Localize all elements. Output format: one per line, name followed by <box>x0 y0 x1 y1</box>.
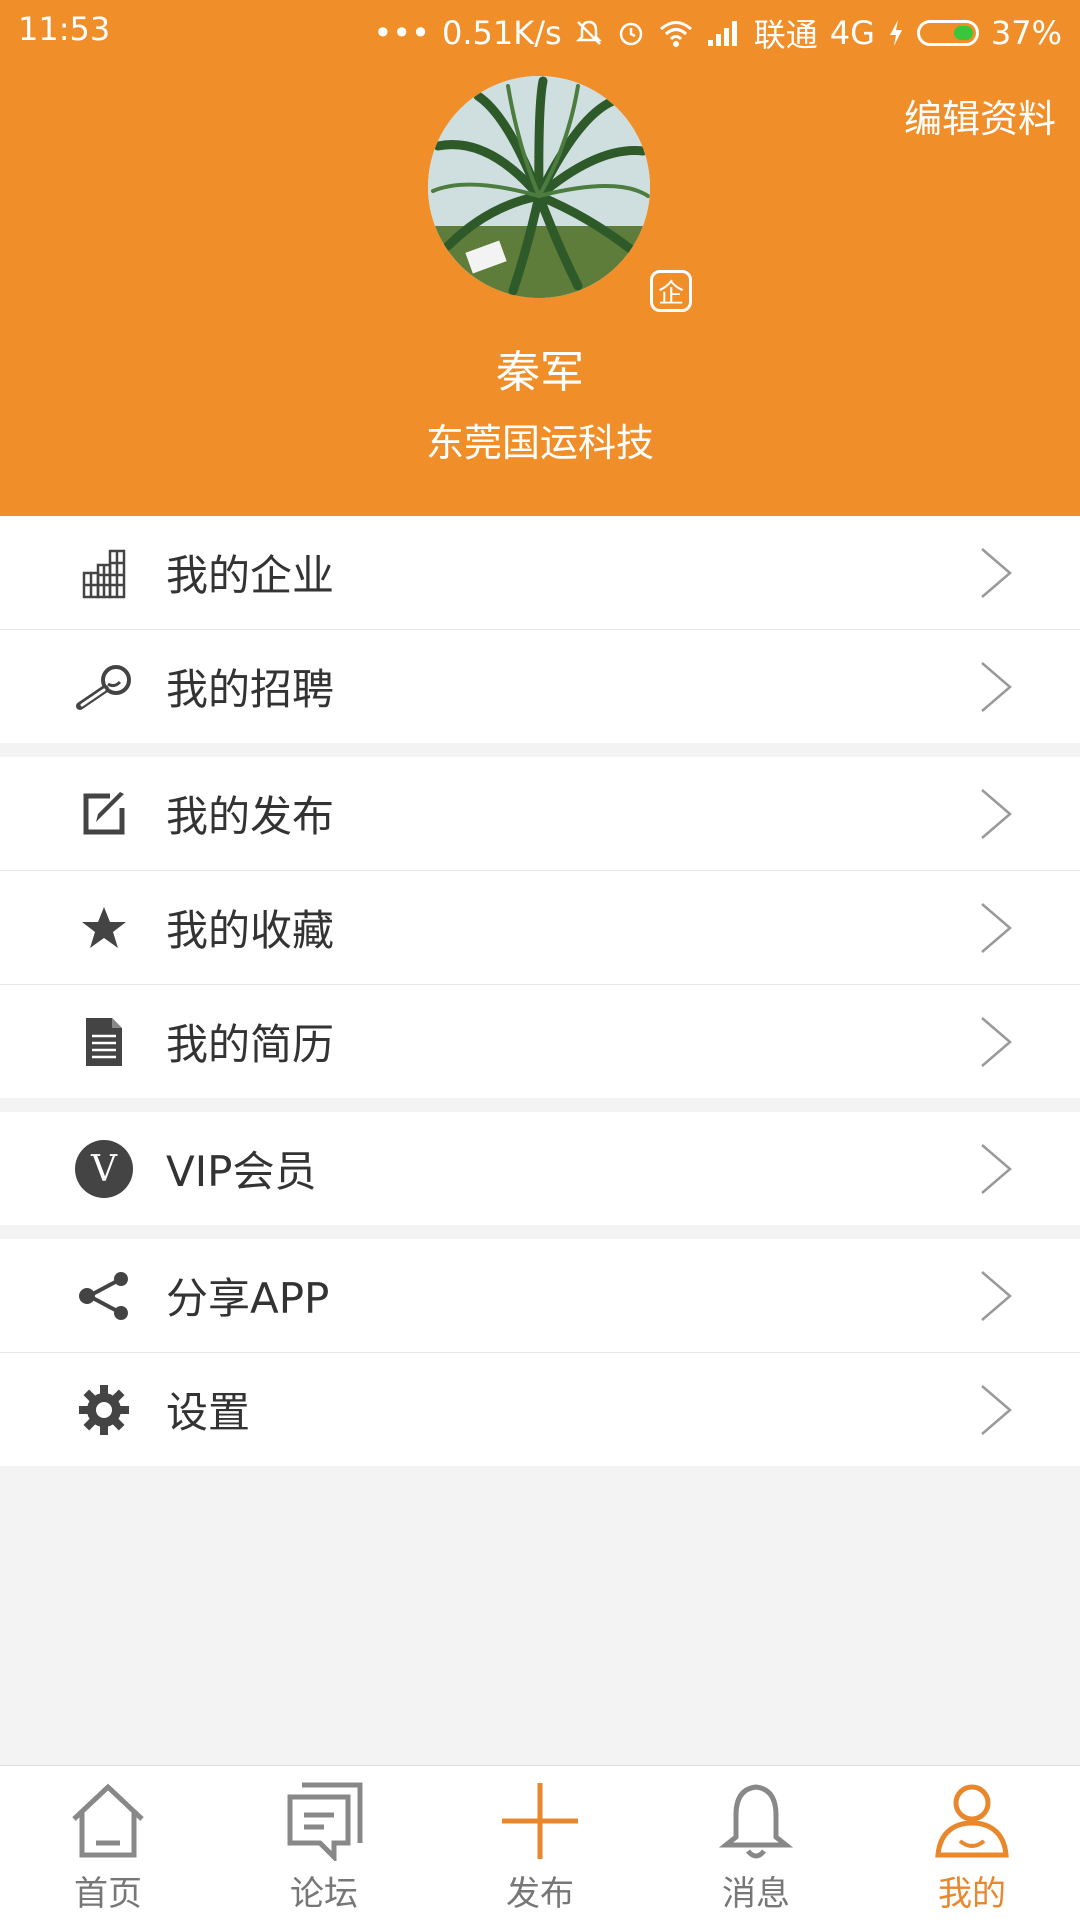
chevron-right-icon <box>981 1384 1012 1435</box>
menu-item-my-enterprise[interactable]: 我的企业 <box>0 516 1080 629</box>
menu-item-settings[interactable]: 设置 <box>0 1352 1080 1466</box>
chevron-right-icon <box>981 547 1012 598</box>
menu-item-label: VIP会员 <box>166 1147 317 1196</box>
share-icon <box>74 1266 134 1326</box>
status-bar: 11:53 ••• 0.51K/s 联通 4G 37% <box>0 0 1080 62</box>
menu-item-label: 分享APP <box>166 1274 330 1323</box>
battery-percent: 37% <box>990 14 1062 52</box>
tab-label: 首页 <box>74 1874 142 1914</box>
net-speed: 0.51K/s <box>442 14 562 52</box>
tab-forum[interactable]: 论坛 <box>216 1766 432 1921</box>
company-name: 东莞国运科技 <box>425 421 654 465</box>
carrier-label: 联通 <box>753 16 818 54</box>
user-name: 秦军 <box>496 347 584 398</box>
edit-profile-button[interactable]: 编辑资料 <box>904 88 1056 143</box>
tab-label: 发布 <box>506 1874 574 1914</box>
svg-text:V: V <box>90 1149 118 1190</box>
menu-item-my-recruitment[interactable]: 我的招聘 <box>0 629 1080 743</box>
menu-item-label: 我的简历 <box>166 1020 335 1069</box>
chevron-right-icon <box>981 661 1012 712</box>
battery-icon <box>916 20 979 46</box>
menu-group: 分享APP 设置 <box>0 1239 1080 1466</box>
avatar[interactable] <box>428 76 650 298</box>
star-icon <box>74 898 134 958</box>
home-icon <box>72 1783 144 1858</box>
tab-publish[interactable]: 发布 <box>432 1766 648 1921</box>
menu-item-label: 我的收藏 <box>166 906 335 955</box>
profile-header: 11:53 ••• 0.51K/s 联通 4G 37% 编辑资料 企 秦军 东莞… <box>0 0 1080 516</box>
tab-mine[interactable]: 我的 <box>864 1766 1080 1921</box>
more-dots: ••• <box>373 14 431 52</box>
tab-messages[interactable]: 消息 <box>648 1766 864 1921</box>
charging-icon <box>887 18 905 48</box>
enterprise-badge-icon: 企 <box>650 270 692 312</box>
network-type: 4G <box>829 14 875 52</box>
menu-item-share-app[interactable]: 分享APP <box>0 1239 1080 1352</box>
gear-icon <box>74 1380 134 1440</box>
tab-label: 论坛 <box>290 1874 358 1914</box>
menu-item-my-favorites[interactable]: 我的收藏 <box>0 870 1080 984</box>
chevron-right-icon <box>981 788 1012 839</box>
status-time: 11:53 <box>18 10 111 48</box>
signal-icon <box>706 18 742 48</box>
tab-label: 我的 <box>938 1874 1006 1914</box>
menu-group: 我的发布 我的收藏 我的简历 <box>0 757 1080 1098</box>
menu-group: 我的企业 我的招聘 <box>0 516 1080 743</box>
menu-group: V VIP会员 <box>0 1112 1080 1225</box>
chevron-right-icon <box>981 1143 1012 1194</box>
menu-item-my-resume[interactable]: 我的简历 <box>0 984 1080 1098</box>
menu-item-my-posts[interactable]: 我的发布 <box>0 757 1080 870</box>
bottom-tab-bar: 首页 论坛 发布 消息 我的 <box>0 1765 1080 1921</box>
chevron-right-icon <box>981 902 1012 953</box>
document-icon <box>74 1012 134 1072</box>
forum-icon <box>287 1782 363 1861</box>
menu-list: 我的企业 我的招聘 我的发布 我的收藏 我的简历 V VIP会员 分享APP 设… <box>0 516 1080 1466</box>
wifi-icon <box>658 18 694 48</box>
menu-item-label: 我的发布 <box>166 792 335 841</box>
menu-item-vip[interactable]: V VIP会员 <box>0 1112 1080 1225</box>
menu-item-label: 我的招聘 <box>166 665 335 714</box>
chevron-right-icon <box>981 1270 1012 1321</box>
building-icon <box>74 543 134 603</box>
vip-icon: V <box>74 1139 134 1199</box>
user-icon <box>935 1784 1009 1858</box>
mute-icon <box>574 18 604 48</box>
menu-item-label: 我的企业 <box>166 551 335 600</box>
bell-icon <box>718 1784 794 1859</box>
menu-item-label: 设置 <box>166 1388 251 1437</box>
tab-label: 消息 <box>722 1874 790 1914</box>
plus-icon <box>502 1783 578 1859</box>
chevron-right-icon <box>981 1016 1012 1067</box>
magnifier-icon <box>74 657 134 717</box>
alarm-icon <box>616 18 646 48</box>
edit-icon <box>74 784 134 844</box>
tab-home[interactable]: 首页 <box>0 1766 216 1921</box>
